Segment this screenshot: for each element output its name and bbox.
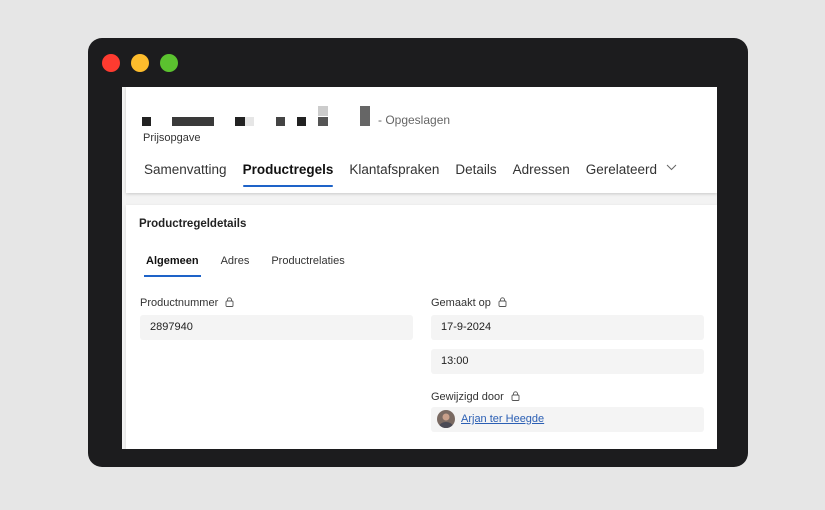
lock-icon <box>511 391 520 401</box>
gewijzigd-door-label-text: Gewijzigd door <box>431 391 504 403</box>
minimize-window-button[interactable] <box>131 54 149 72</box>
card-title: Productregeldetails <box>139 218 247 230</box>
productnummer-field[interactable]: 2897940 <box>140 315 413 340</box>
close-window-button[interactable] <box>102 54 120 72</box>
subtab-adres[interactable]: Adres <box>221 255 250 277</box>
entity-type: Prijsopgave <box>143 132 201 144</box>
tab-details[interactable]: Details <box>455 162 496 189</box>
tab-productregels[interactable]: Productregels <box>242 162 333 189</box>
user-avatar <box>437 410 455 429</box>
modified-by-user-link[interactable]: Arjan ter Heegde <box>461 413 544 425</box>
app-window: - Opgeslagen Prijsopgave Samenvatting Pr… <box>88 38 748 467</box>
maximize-window-button[interactable] <box>160 54 178 72</box>
productnummer-label: Productnummer <box>140 297 234 309</box>
gewijzigd-door-field: Arjan ter Heegde <box>431 407 704 432</box>
product-line-details-card: Productregeldetails Algemeen Adres Produ… <box>126 205 717 449</box>
gemaakt-op-time-field[interactable]: 13:00 <box>431 349 704 374</box>
tab-klantafspraken[interactable]: Klantafspraken <box>349 162 439 189</box>
subtab-algemeen[interactable]: Algemeen <box>144 255 201 277</box>
content-area: - Opgeslagen Prijsopgave Samenvatting Pr… <box>122 87 717 449</box>
tab-gerelateerd-label: Gerelateerd <box>585 162 658 177</box>
save-status: - Opgeslagen <box>378 113 451 127</box>
gemaakt-op-date-field[interactable]: 17-9-2024 <box>431 315 704 340</box>
productnummer-label-text: Productnummer <box>140 297 219 309</box>
record-tabs: Samenvatting Productregels Klantafsprake… <box>144 162 677 189</box>
lock-icon <box>225 297 234 307</box>
subtab-productrelaties[interactable]: Productrelaties <box>271 255 344 277</box>
gewijzigd-door-label: Gewijzigd door <box>431 391 520 403</box>
tab-gerelateerd[interactable]: Gerelateerd <box>586 162 677 189</box>
detail-subtabs: Algemeen Adres Productrelaties <box>144 255 345 277</box>
record-header: - Opgeslagen Prijsopgave Samenvatting Pr… <box>126 87 717 193</box>
gemaakt-op-label-text: Gemaakt op <box>431 297 491 309</box>
gemaakt-op-label: Gemaakt op <box>431 297 507 309</box>
lock-icon <box>498 297 507 307</box>
tab-adressen[interactable]: Adressen <box>513 162 570 189</box>
tab-samenvatting[interactable]: Samenvatting <box>144 162 227 189</box>
chevron-down-icon <box>666 164 677 171</box>
